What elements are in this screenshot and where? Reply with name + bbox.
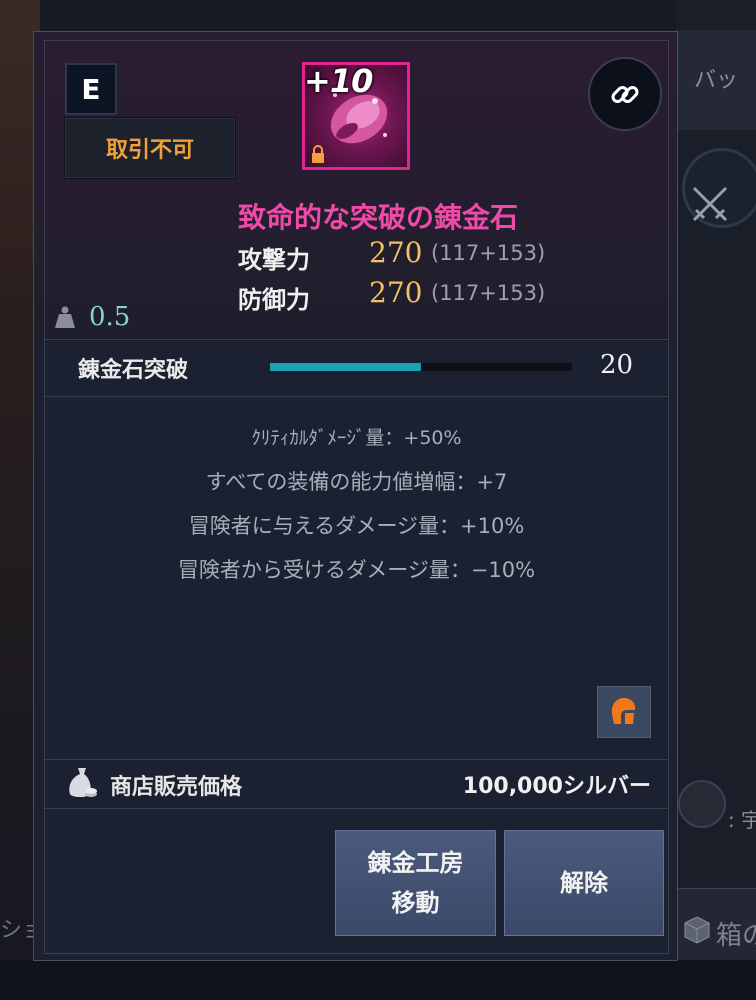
enhance-level: +10 — [304, 62, 373, 100]
weight-icon — [55, 306, 75, 328]
stat-value: 270 — [369, 276, 423, 309]
box-icon — [684, 916, 710, 944]
grade-badge: E — [65, 63, 117, 115]
breakthrough-value: 20 — [600, 350, 634, 380]
alchemy-workshop-button[interactable]: 錬金工房 移動 — [335, 830, 496, 936]
background-box-label: 箱の — [716, 921, 756, 951]
link-button[interactable] — [588, 57, 662, 131]
breakthrough-progress-fill — [270, 363, 421, 371]
link-icon — [611, 86, 639, 103]
price-label: 商店販売価格 — [110, 775, 243, 800]
price-value: 100,000シルバー — [462, 774, 651, 799]
stat-label: 攻撃力 — [238, 246, 310, 274]
breakthrough-progress-bar — [270, 363, 572, 371]
effect-line: すべての装備の能力値増幅：+7 — [205, 470, 508, 494]
separator — [44, 808, 669, 809]
stat-label: 防御力 — [238, 286, 310, 314]
background-tab-label: バッ — [694, 68, 739, 93]
stat-value: 270 — [369, 236, 423, 269]
effect-line: 冒険者から受けるダメージ量：−10% — [177, 558, 536, 582]
item-name: 致命的な突破の錬金石 — [237, 201, 518, 234]
stat-detail: (117+153) — [431, 241, 546, 265]
release-button[interactable]: 解除 — [504, 830, 664, 936]
background-hint-icon — [678, 780, 726, 828]
effect-line: ｸﾘﾃｨｶﾙﾀﾞﾒｰｼﾞ量：+50% — [251, 427, 462, 449]
effect-line: 冒険者に与えるダメージ量：+10% — [188, 514, 525, 538]
effects-list: ｸﾘﾃｨｶﾙﾀﾞﾒｰｼﾞ量：+50% すべての装備の能力値増幅：+7 冒険者に与… — [44, 418, 669, 594]
class-icon-button[interactable] — [597, 686, 651, 738]
trade-status-badge: 取引不可 — [64, 117, 236, 179]
sell-price-row: 商店販売価格 100,000シルバー — [44, 760, 669, 808]
weight-value: 0.5 — [89, 302, 131, 332]
lock-icon — [312, 145, 324, 163]
background-bottom-bar — [0, 960, 756, 1000]
class-helmet-icon — [611, 698, 636, 724]
separator — [44, 339, 669, 340]
separator — [44, 396, 669, 397]
money-bag-icon — [69, 768, 97, 797]
breakthrough-label: 錬金石突破 — [78, 358, 189, 383]
stat-detail: (117+153) — [431, 281, 546, 305]
background-hint-text: : 宇 — [728, 808, 756, 832]
